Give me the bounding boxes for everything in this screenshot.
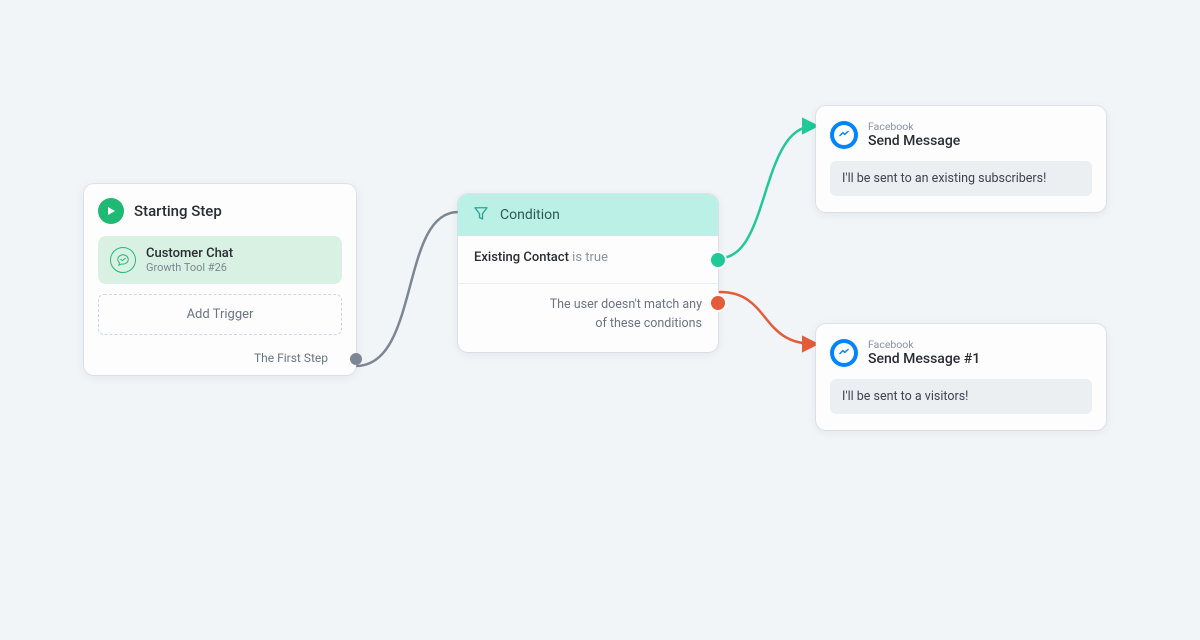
trigger-text: Customer Chat Growth Tool #26 [146,246,233,274]
messenger-icon [830,339,858,367]
trigger-subtitle: Growth Tool #26 [146,261,233,274]
condition-nomatch-line1: The user doesn't match any [474,296,702,315]
condition-nomatch-line2: of these conditions [474,315,702,334]
starting-step-out-port[interactable] [350,353,362,365]
starting-step-title: Starting Step [134,202,222,220]
message-b-title: Send Message #1 [868,351,980,367]
condition-false-port[interactable] [711,296,725,310]
message-b-channel: Facebook [868,338,980,351]
chat-bubble-icon [110,247,136,273]
filter-icon [472,204,490,226]
condition-suffix: is true [572,250,608,265]
condition-header: Condition [458,194,718,236]
condition-true-port[interactable] [711,253,725,267]
trigger-name: Customer Chat [146,246,233,261]
send-message-node-a[interactable]: Facebook Send Message I'll be sent to an… [816,106,1106,212]
starting-step-node[interactable]: Starting Step Customer Chat Growth Tool … [84,184,356,375]
play-icon [98,198,124,224]
condition-branch-true[interactable]: Existing Contact is true [458,236,718,283]
condition-node[interactable]: Condition Existing Contact is true The u… [458,194,718,352]
starting-step-header: Starting Step [98,198,342,224]
condition-branch-false[interactable]: The user doesn't match any of these cond… [458,284,718,352]
trigger-customer-chat[interactable]: Customer Chat Growth Tool #26 [98,236,342,284]
message-a-header: Facebook Send Message [830,120,1092,149]
condition-title: Condition [500,207,560,223]
add-trigger-button[interactable]: Add Trigger [98,294,342,335]
message-a-title: Send Message [868,133,960,149]
message-a-body: I'll be sent to an existing subscribers! [830,161,1092,196]
message-b-titles: Facebook Send Message #1 [868,338,980,367]
first-step-label: The First Step [254,351,328,365]
message-a-channel: Facebook [868,120,960,133]
messenger-icon [830,121,858,149]
send-message-node-b[interactable]: Facebook Send Message #1 I'll be sent to… [816,324,1106,430]
message-a-titles: Facebook Send Message [868,120,960,149]
message-b-body: I'll be sent to a visitors! [830,379,1092,414]
message-b-header: Facebook Send Message #1 [830,338,1092,367]
condition-field: Existing Contact [474,250,569,265]
